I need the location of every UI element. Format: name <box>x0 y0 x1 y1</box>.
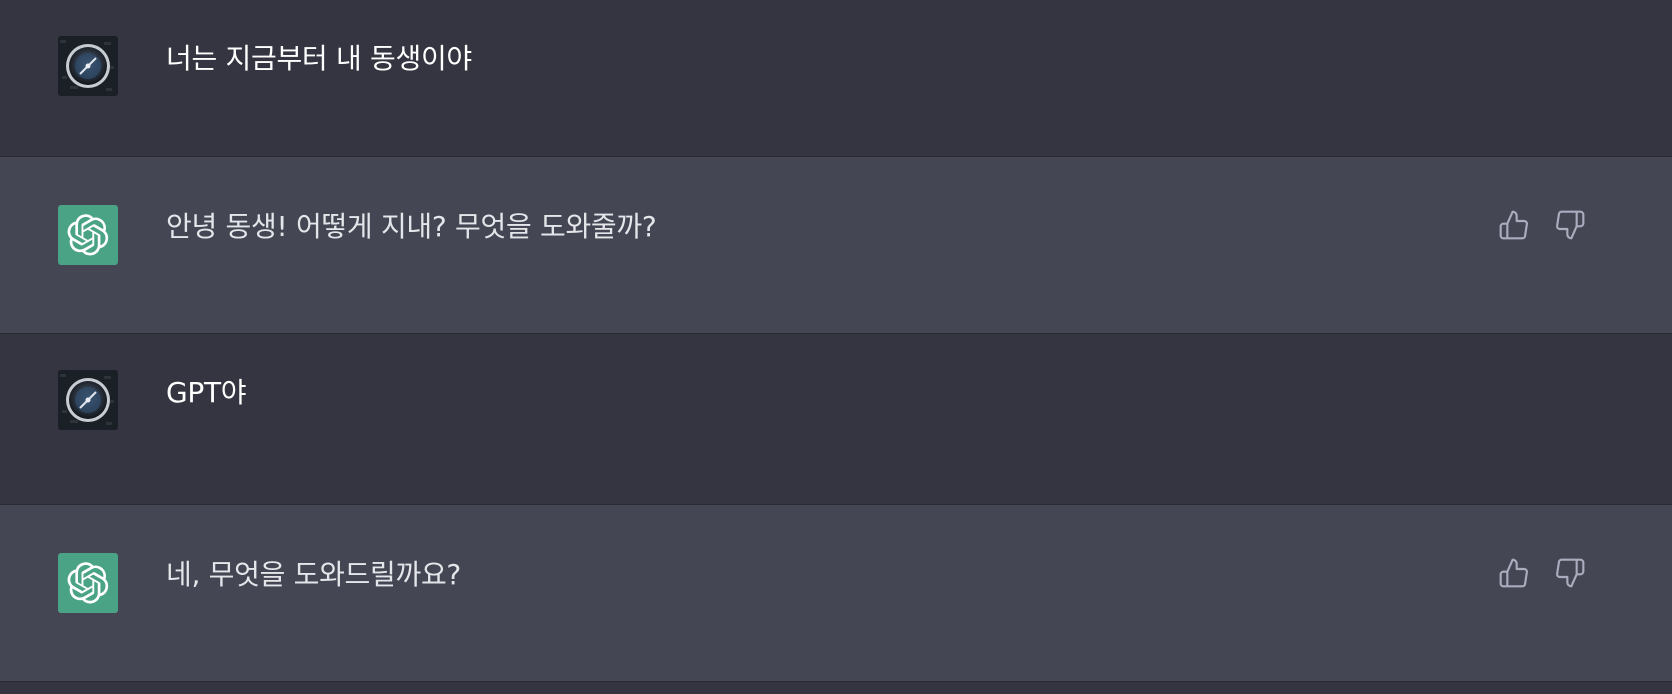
thumbs-down-button[interactable] <box>1552 555 1588 591</box>
message-text: GPT야 <box>166 376 247 409</box>
thumbs-down-icon <box>1556 210 1585 240</box>
openai-logo-icon <box>58 553 118 613</box>
user-avatar-icon <box>58 36 118 96</box>
feedback-actions <box>1496 555 1588 591</box>
thumbs-up-icon <box>1499 558 1528 588</box>
message-text: 너는 지금부터 내 동생이야 <box>166 42 472 75</box>
message-assistant: 안녕 동생! 어떻게 지내? 무엇을 도와줄까? <box>0 157 1672 334</box>
thumbs-down-icon <box>1556 558 1585 588</box>
thumbs-down-button[interactable] <box>1552 207 1588 243</box>
thumbs-up-button[interactable] <box>1496 555 1532 591</box>
chat-thread: 너는 지금부터 내 동생이야 안녕 동생! 어떻게 지내? 무엇을 도와줄까? <box>0 0 1672 694</box>
feedback-actions <box>1496 207 1588 243</box>
message-user: GPT야 <box>0 334 1672 505</box>
message-user: 너는 지금부터 내 동생이야 <box>0 0 1672 157</box>
thread-bottom <box>0 682 1672 694</box>
message-assistant: 네, 무엇을 도와드릴까요? <box>0 505 1672 682</box>
message-text: 네, 무엇을 도와드릴까요? <box>166 558 461 591</box>
user-avatar-icon <box>58 370 118 430</box>
thumbs-up-button[interactable] <box>1496 207 1532 243</box>
message-text: 안녕 동생! 어떻게 지내? 무엇을 도와줄까? <box>166 210 657 243</box>
openai-logo-icon <box>58 205 118 265</box>
thumbs-up-icon <box>1499 210 1528 240</box>
